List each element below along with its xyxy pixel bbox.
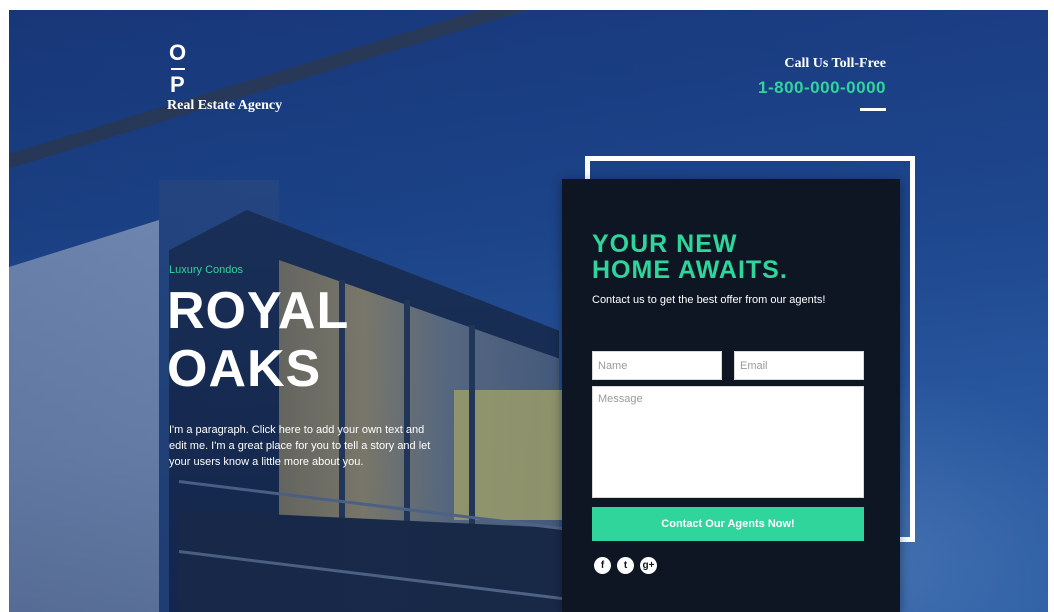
call-us-block: Call Us Toll-Free 1-800-000-0000 <box>758 56 886 111</box>
hero-title-line2: OAKS <box>167 340 322 398</box>
brand-logo[interactable]: O P Real Estate Agency <box>167 42 282 114</box>
hero-title-line1: ROYAL <box>167 282 350 340</box>
logo-letter-p: P <box>170 72 185 97</box>
hero-paragraph: I'm a paragraph. Click here to add your … <box>169 424 431 468</box>
email-field[interactable] <box>734 351 864 380</box>
hero-section: O P Real Estate Agency Call Us Toll-Free… <box>9 10 1048 612</box>
hero-title: ROYAL OAKS <box>167 282 407 398</box>
social-links: f t g+ <box>594 557 657 574</box>
form-heading-line2: HOME AWAITS. <box>592 256 788 284</box>
hero-eyebrow: Luxury Condos <box>169 264 243 276</box>
message-field[interactable] <box>592 386 864 498</box>
phone-number-link[interactable]: 1-800-000-0000 <box>758 78 886 98</box>
call-us-divider <box>860 108 886 111</box>
facebook-icon[interactable]: f <box>594 557 611 574</box>
name-field[interactable] <box>592 351 722 380</box>
google-plus-icon[interactable]: g+ <box>640 557 657 574</box>
form-heading-line1: YOUR NEW <box>592 230 738 258</box>
logo-divider <box>171 68 185 70</box>
contact-agents-button[interactable]: Contact Our Agents Now! <box>592 507 864 541</box>
form-heading: YOUR NEW HOME AWAITS. <box>592 231 852 283</box>
call-us-label: Call Us Toll-Free <box>784 56 886 71</box>
twitter-icon[interactable]: t <box>617 557 634 574</box>
form-subheading: Contact us to get the best offer from ou… <box>592 294 826 306</box>
logo-letter-o: O <box>169 40 187 65</box>
contact-form-panel: YOUR NEW HOME AWAITS. Contact us to get … <box>562 179 900 612</box>
brand-tagline: Real Estate Agency <box>167 98 283 113</box>
